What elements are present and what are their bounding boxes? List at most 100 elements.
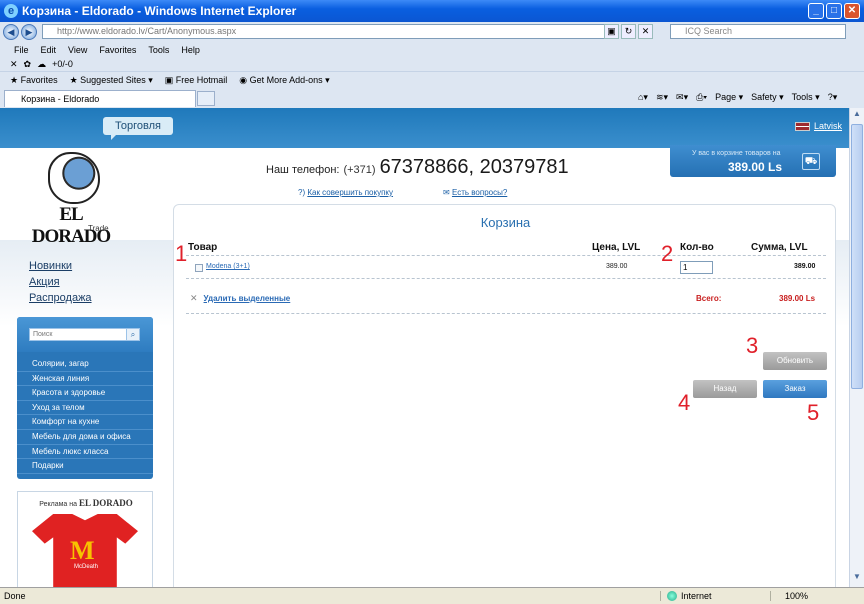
item-sum: 389.00	[794, 263, 816, 270]
phone-block: Наш телефон: (+371) 67378866, 20379781	[266, 156, 569, 179]
language-switch[interactable]: Latvisk	[795, 121, 842, 131]
globe-icon	[667, 591, 677, 601]
status-bar: Done Internet 100%	[0, 587, 864, 604]
icq-toolbar: ✕ ✿ ☁ +0/-0	[0, 57, 864, 71]
free-hotmail[interactable]: ▣ Free Hotmail	[165, 75, 228, 86]
item-price: 389.00	[606, 263, 628, 270]
col-product: Товар	[188, 242, 218, 253]
annotation-2: 2	[661, 241, 674, 266]
delete-selected[interactable]: ✕ Удалить выделенные	[190, 293, 290, 304]
category-item[interactable]: Комфорт на кухне	[17, 415, 153, 430]
total-label: Всего:	[696, 294, 722, 303]
forward-icon[interactable]: ▶	[21, 24, 37, 40]
category-item[interactable]: Солярии, загар	[17, 357, 153, 372]
scroll-up-icon[interactable]: ▲	[851, 109, 863, 123]
ad-shirt-text: McDeath	[73, 564, 98, 570]
close-window-button[interactable]: ✕	[844, 3, 860, 19]
item-name-link[interactable]: Modena (3+1)	[206, 263, 250, 270]
category-item[interactable]: Уход за телом	[17, 401, 153, 416]
window-title: Корзина - Eldorado - Windows Internet Ex…	[22, 4, 297, 18]
category-item[interactable]: Подарки	[17, 459, 153, 474]
menu-favorites[interactable]: Favorites	[99, 45, 136, 55]
trade-button[interactable]: Торговля	[103, 117, 173, 140]
delete-selected-label: Удалить выделенные	[203, 294, 291, 303]
logo-sub: Trade	[88, 224, 109, 233]
menu-bar: File Edit View Favorites Tools Help	[0, 43, 864, 57]
language-label: Latvisk	[814, 121, 843, 131]
address-bar[interactable]: http://www.eldorado.lv/Cart/Anonymous.as…	[42, 24, 614, 39]
favorites-button[interactable]: ★ Favorites	[10, 75, 58, 86]
annotation-5: 5	[807, 400, 820, 425]
back-button[interactable]: Назад	[693, 380, 757, 398]
feeds-icon[interactable]: ≋▾	[656, 92, 668, 103]
phone-label: Наш телефон:	[266, 164, 340, 176]
total-value: 389.00 Ls	[779, 294, 816, 303]
cart-icon[interactable]: ⛟	[802, 153, 820, 170]
maximize-button[interactable]: □	[826, 3, 842, 19]
suggested-sites[interactable]: ★ Suggested Sites ▾	[70, 75, 153, 86]
page-viewport: Торговля Latvisk EL DORADO Trade Наш тел…	[0, 108, 849, 587]
page-menu[interactable]: Page ▾	[715, 92, 743, 103]
icq-icon[interactable]: ✿	[24, 59, 32, 70]
home-icon[interactable]: ⌂▾	[638, 92, 648, 103]
item-qty-input[interactable]	[680, 261, 713, 274]
category-item[interactable]: Красота и здоровье	[17, 386, 153, 401]
ad-box[interactable]: Реклама на EL DORADO M McDeath	[17, 491, 153, 587]
zoom-level[interactable]: 100%	[770, 591, 808, 601]
search-icon[interactable]: ⌕	[126, 328, 140, 341]
side-nav: Новинки Акция Распродажа	[29, 259, 92, 306]
refresh-icon[interactable]: ↻	[621, 24, 636, 39]
tab-cart[interactable]: Корзина - Eldorado	[4, 90, 196, 107]
annotation-4: 4	[678, 390, 691, 415]
ie-icon: e	[4, 4, 18, 18]
browser-chrome: ◀ ▶ http://www.eldorado.lv/Cart/Anonymou…	[0, 22, 864, 108]
tshirt-ad-image: M McDeath	[32, 514, 138, 587]
nav-promo[interactable]: Акция	[29, 275, 92, 290]
delete-icon: ✕	[190, 293, 198, 303]
back-icon[interactable]: ◀	[3, 24, 19, 40]
site-logo[interactable]: EL DORADO Trade	[28, 152, 114, 247]
tools-menu[interactable]: Tools ▾	[792, 92, 820, 103]
questions-link[interactable]: ✉ Есть вопросы?	[443, 188, 507, 197]
item-checkbox[interactable]	[195, 264, 203, 272]
get-addons[interactable]: ◉ Get More Add-ons ▾	[239, 75, 329, 86]
scroll-thumb[interactable]	[851, 124, 863, 389]
refresh-button[interactable]: Обновить	[763, 352, 827, 370]
latvia-flag-icon	[795, 121, 810, 131]
category-item[interactable]: Мебель для дома и офиса	[17, 430, 153, 445]
nav-new[interactable]: Новинки	[29, 259, 92, 274]
safety-menu[interactable]: Safety ▾	[751, 92, 784, 103]
search-box[interactable]: ICQ Search	[670, 24, 846, 39]
menu-help[interactable]: Help	[181, 45, 200, 55]
window-titlebar: e Корзина - Eldorado - Windows Internet …	[0, 0, 864, 22]
help-icon[interactable]: ?▾	[828, 92, 838, 103]
order-button[interactable]: Заказ	[763, 380, 827, 398]
mail-icon[interactable]: ✉▾	[676, 92, 688, 103]
cart-summary-sum: 389.00 Ls	[728, 160, 783, 174]
ad-shirt-logo: M	[70, 536, 95, 565]
menu-view[interactable]: View	[68, 45, 87, 55]
how-to-buy-link[interactable]: ?) Как совершить покупку	[298, 188, 393, 197]
cart-panel: Корзина Товар Цена, LVL Кол-во Сумма, LV…	[173, 204, 836, 587]
compat-view-icon[interactable]: ▣	[604, 24, 619, 39]
category-item[interactable]: Женская линия	[17, 372, 153, 387]
menu-tools[interactable]: Tools	[148, 45, 169, 55]
menu-file[interactable]: File	[14, 45, 29, 55]
close-toolbar-icon[interactable]: ✕	[10, 59, 18, 70]
site-search-input[interactable]	[29, 328, 135, 341]
category-item[interactable]: Мебель люкс класса	[17, 445, 153, 460]
nav-sale[interactable]: Распродажа	[29, 291, 92, 306]
favorites-bar: ★ Favorites ★ Suggested Sites ▾ ▣ Free H…	[0, 71, 864, 89]
minimize-button[interactable]: _	[808, 3, 824, 19]
tab-row: Корзина - Eldorado ⌂▾ ≋▾ ✉▾ ⎙▾ Page ▾ Sa…	[0, 89, 864, 108]
menu-edit[interactable]: Edit	[41, 45, 57, 55]
vertical-scrollbar[interactable]: ▲ ▼	[849, 108, 864, 587]
phone-numbers: 67378866, 20379781	[379, 156, 569, 178]
category-panel: ⌕ Солярии, загар Женская линия Красота и…	[17, 317, 153, 479]
stop-icon[interactable]: ✕	[638, 24, 653, 39]
print-icon[interactable]: ⎙▾	[696, 92, 707, 103]
cart-summary[interactable]: У вас в корзине товаров на 389.00 Ls ⛟	[670, 145, 836, 177]
new-tab-button[interactable]	[197, 91, 215, 106]
scroll-down-icon[interactable]: ▼	[851, 572, 863, 586]
col-price: Цена, LVL	[592, 242, 641, 253]
